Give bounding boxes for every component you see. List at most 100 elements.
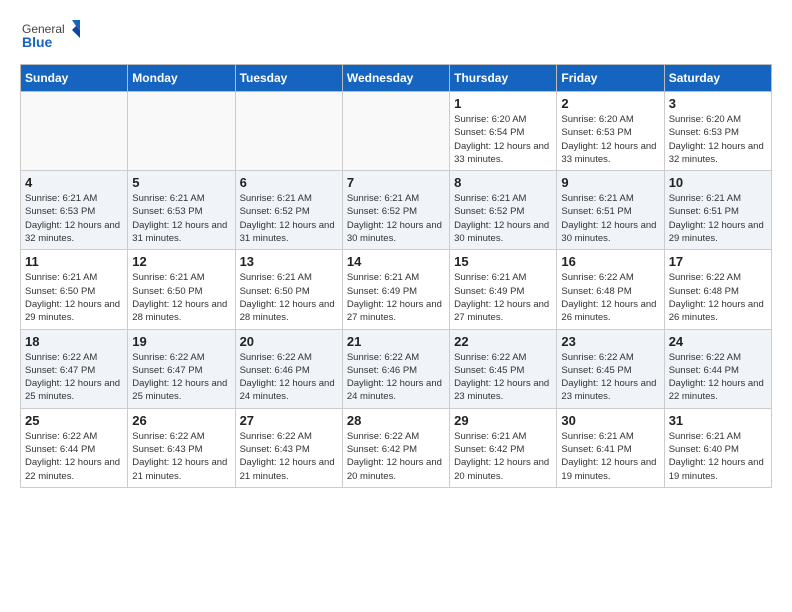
- calendar-cell: 1 Sunrise: 6:20 AM Sunset: 6:54 PM Daylig…: [450, 92, 557, 171]
- weekday-header-thursday: Thursday: [450, 65, 557, 92]
- day-number: 17: [669, 254, 767, 269]
- day-info: Sunrise: 6:21 AM Sunset: 6:52 PM Dayligh…: [240, 192, 338, 245]
- day-info: Sunrise: 6:22 AM Sunset: 6:47 PM Dayligh…: [25, 351, 123, 404]
- day-info: Sunrise: 6:21 AM Sunset: 6:53 PM Dayligh…: [132, 192, 230, 245]
- day-number: 19: [132, 334, 230, 349]
- calendar-cell: [235, 92, 342, 171]
- calendar-cell: 17 Sunrise: 6:22 AM Sunset: 6:48 PM Dayli…: [664, 250, 771, 329]
- day-info: Sunrise: 6:21 AM Sunset: 6:50 PM Dayligh…: [25, 271, 123, 324]
- calendar-cell: 21 Sunrise: 6:22 AM Sunset: 6:46 PM Dayli…: [342, 329, 449, 408]
- weekday-header-wednesday: Wednesday: [342, 65, 449, 92]
- day-number: 1: [454, 96, 552, 111]
- day-number: 3: [669, 96, 767, 111]
- day-info: Sunrise: 6:20 AM Sunset: 6:54 PM Dayligh…: [454, 113, 552, 166]
- calendar-cell: 23Sunrise: 6:22 AM Sunset: 6:45 PM Dayli…: [557, 329, 664, 408]
- calendar-week-3: 11 Sunrise: 6:21 AM Sunset: 6:50 PM Dayli…: [21, 250, 772, 329]
- calendar-cell: 11 Sunrise: 6:21 AM Sunset: 6:50 PM Dayli…: [21, 250, 128, 329]
- day-number: 22: [454, 334, 552, 349]
- day-number: 12: [132, 254, 230, 269]
- calendar-week-2: 4 Sunrise: 6:21 AM Sunset: 6:53 PM Daylig…: [21, 171, 772, 250]
- calendar-cell: 12 Sunrise: 6:21 AM Sunset: 6:50 PM Dayli…: [128, 250, 235, 329]
- calendar-cell: 6 Sunrise: 6:21 AM Sunset: 6:52 PM Daylig…: [235, 171, 342, 250]
- calendar-cell: 18 Sunrise: 6:22 AM Sunset: 6:47 PM Dayli…: [21, 329, 128, 408]
- day-info: Sunrise: 6:21 AM Sunset: 6:49 PM Dayligh…: [454, 271, 552, 324]
- weekday-header-tuesday: Tuesday: [235, 65, 342, 92]
- day-info: Sunrise: 6:21 AM Sunset: 6:50 PM Dayligh…: [132, 271, 230, 324]
- day-number: 29: [454, 413, 552, 428]
- calendar-cell: 3 Sunrise: 6:20 AM Sunset: 6:53 PM Daylig…: [664, 92, 771, 171]
- calendar-cell: 19 Sunrise: 6:22 AM Sunset: 6:47 PM Dayli…: [128, 329, 235, 408]
- calendar-cell: 31 Sunrise: 6:21 AM Sunset: 6:40 PM Dayli…: [664, 408, 771, 487]
- day-info: Sunrise: 6:22 AM Sunset: 6:47 PM Dayligh…: [132, 351, 230, 404]
- calendar-cell: [342, 92, 449, 171]
- day-number: 27: [240, 413, 338, 428]
- calendar-cell: 16 Sunrise: 6:22 AM Sunset: 6:48 PM Dayli…: [557, 250, 664, 329]
- day-info: Sunrise: 6:22 AM Sunset: 6:42 PM Dayligh…: [347, 430, 445, 483]
- day-info: Sunrise: 6:22 AM Sunset: 6:44 PM Dayligh…: [669, 351, 767, 404]
- day-number: 18: [25, 334, 123, 349]
- day-number: 24: [669, 334, 767, 349]
- day-info: Sunrise: 6:21 AM Sunset: 6:52 PM Dayligh…: [454, 192, 552, 245]
- day-info: Sunrise: 6:21 AM Sunset: 6:51 PM Dayligh…: [561, 192, 659, 245]
- day-info: Sunrise: 6:21 AM Sunset: 6:51 PM Dayligh…: [669, 192, 767, 245]
- day-number: 11: [25, 254, 123, 269]
- day-number: 7: [347, 175, 445, 190]
- logo-icon: General Blue: [20, 16, 80, 56]
- day-info: Sunrise: 6:22 AM Sunset: 6:46 PM Dayligh…: [347, 351, 445, 404]
- calendar-cell: 5 Sunrise: 6:21 AM Sunset: 6:53 PM Daylig…: [128, 171, 235, 250]
- day-info: Sunrise: 6:21 AM Sunset: 6:40 PM Dayligh…: [669, 430, 767, 483]
- calendar-cell: 20 Sunrise: 6:22 AM Sunset: 6:46 PM Dayli…: [235, 329, 342, 408]
- day-info: Sunrise: 6:21 AM Sunset: 6:50 PM Dayligh…: [240, 271, 338, 324]
- day-info: Sunrise: 6:22 AM Sunset: 6:46 PM Dayligh…: [240, 351, 338, 404]
- calendar-cell: 29 Sunrise: 6:21 AM Sunset: 6:42 PM Dayli…: [450, 408, 557, 487]
- day-number: 21: [347, 334, 445, 349]
- day-info: Sunrise: 6:22 AM Sunset: 6:43 PM Dayligh…: [132, 430, 230, 483]
- day-number: 9: [561, 175, 659, 190]
- calendar-week-1: 1 Sunrise: 6:20 AM Sunset: 6:54 PM Daylig…: [21, 92, 772, 171]
- calendar-cell: 25 Sunrise: 6:22 AM Sunset: 6:44 PM Dayli…: [21, 408, 128, 487]
- calendar-cell: 28 Sunrise: 6:22 AM Sunset: 6:42 PM Dayli…: [342, 408, 449, 487]
- calendar-cell: 8Sunrise: 6:21 AM Sunset: 6:52 PM Daylig…: [450, 171, 557, 250]
- calendar-cell: 27 Sunrise: 6:22 AM Sunset: 6:43 PM Dayli…: [235, 408, 342, 487]
- day-info: Sunrise: 6:21 AM Sunset: 6:49 PM Dayligh…: [347, 271, 445, 324]
- calendar-cell: 26 Sunrise: 6:22 AM Sunset: 6:43 PM Dayli…: [128, 408, 235, 487]
- day-info: Sunrise: 6:22 AM Sunset: 6:43 PM Dayligh…: [240, 430, 338, 483]
- calendar-cell: 15 Sunrise: 6:21 AM Sunset: 6:49 PM Dayli…: [450, 250, 557, 329]
- day-info: Sunrise: 6:22 AM Sunset: 6:48 PM Dayligh…: [561, 271, 659, 324]
- day-number: 15: [454, 254, 552, 269]
- header: General Blue: [20, 16, 772, 56]
- weekday-header-monday: Monday: [128, 65, 235, 92]
- day-info: Sunrise: 6:22 AM Sunset: 6:45 PM Dayligh…: [454, 351, 552, 404]
- day-number: 25: [25, 413, 123, 428]
- day-info: Sunrise: 6:21 AM Sunset: 6:42 PM Dayligh…: [454, 430, 552, 483]
- day-number: 10: [669, 175, 767, 190]
- day-number: 6: [240, 175, 338, 190]
- weekday-header-saturday: Saturday: [664, 65, 771, 92]
- calendar-cell: 24 Sunrise: 6:22 AM Sunset: 6:44 PM Dayli…: [664, 329, 771, 408]
- logo: General Blue: [20, 16, 80, 56]
- weekday-header-sunday: Sunday: [21, 65, 128, 92]
- calendar-cell: 7 Sunrise: 6:21 AM Sunset: 6:52 PM Daylig…: [342, 171, 449, 250]
- day-number: 23: [561, 334, 659, 349]
- day-number: 14: [347, 254, 445, 269]
- day-number: 4: [25, 175, 123, 190]
- day-info: Sunrise: 6:20 AM Sunset: 6:53 PM Dayligh…: [669, 113, 767, 166]
- day-number: 16: [561, 254, 659, 269]
- day-info: Sunrise: 6:22 AM Sunset: 6:44 PM Dayligh…: [25, 430, 123, 483]
- page-container: General Blue SundayMondayTuesdayWednesda…: [0, 0, 792, 504]
- day-info: Sunrise: 6:22 AM Sunset: 6:48 PM Dayligh…: [669, 271, 767, 324]
- calendar-cell: 4Sunrise: 6:21 AM Sunset: 6:53 PM Daylig…: [21, 171, 128, 250]
- calendar-cell: 22 Sunrise: 6:22 AM Sunset: 6:45 PM Dayli…: [450, 329, 557, 408]
- day-number: 28: [347, 413, 445, 428]
- day-info: Sunrise: 6:21 AM Sunset: 6:52 PM Dayligh…: [347, 192, 445, 245]
- weekday-header-friday: Friday: [557, 65, 664, 92]
- day-info: Sunrise: 6:20 AM Sunset: 6:53 PM Dayligh…: [561, 113, 659, 166]
- day-number: 20: [240, 334, 338, 349]
- day-number: 5: [132, 175, 230, 190]
- day-number: 26: [132, 413, 230, 428]
- calendar-cell: 14 Sunrise: 6:21 AM Sunset: 6:49 PM Dayli…: [342, 250, 449, 329]
- day-number: 31: [669, 413, 767, 428]
- day-number: 30: [561, 413, 659, 428]
- calendar-cell: 10 Sunrise: 6:21 AM Sunset: 6:51 PM Dayli…: [664, 171, 771, 250]
- calendar-table: SundayMondayTuesdayWednesdayThursdayFrid…: [20, 64, 772, 488]
